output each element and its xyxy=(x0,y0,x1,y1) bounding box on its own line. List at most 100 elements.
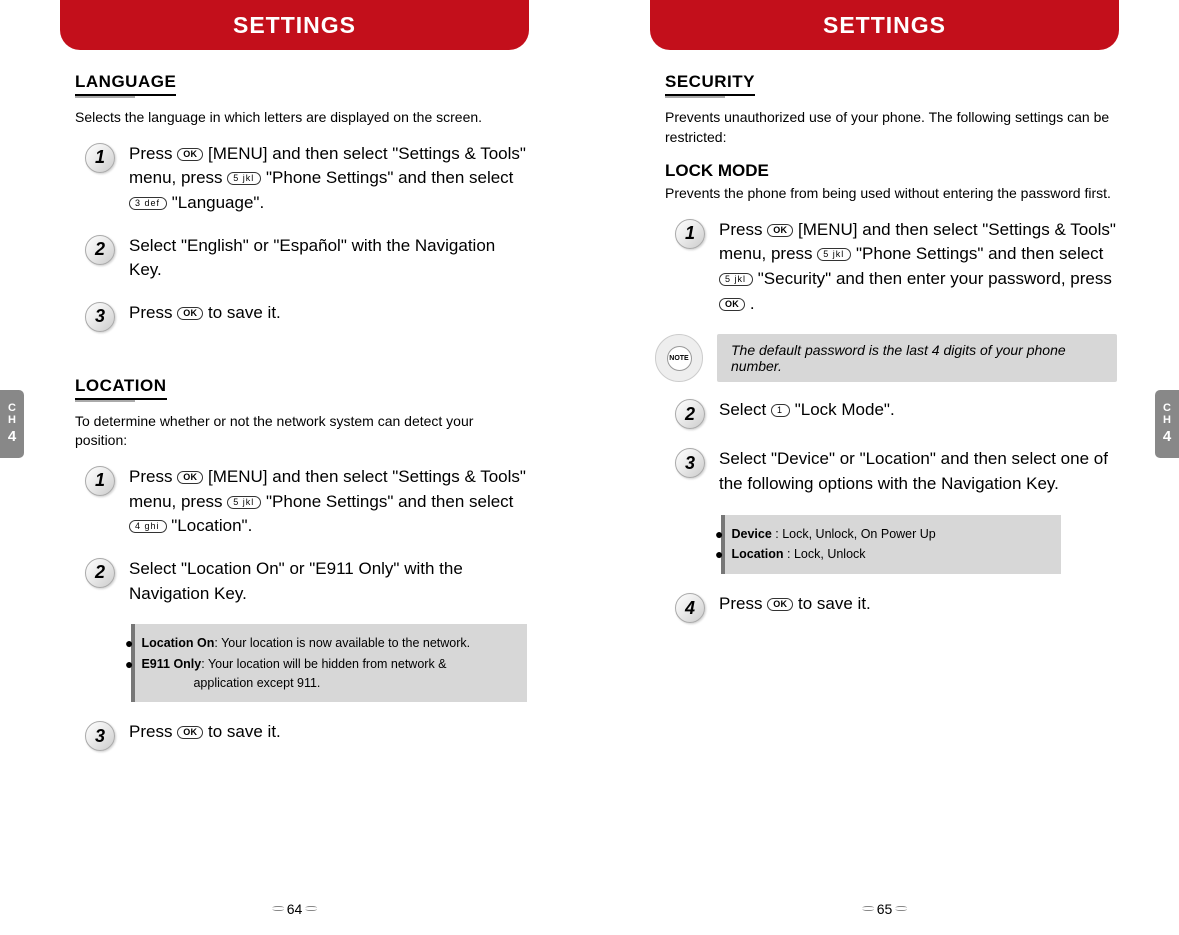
section-heading-language: LANGUAGE xyxy=(75,72,176,96)
section-desc: Prevents the phone from being used witho… xyxy=(665,184,1117,204)
page-num-decor xyxy=(895,906,907,911)
info-label: E911 Only xyxy=(141,657,201,671)
text: "Lock Mode". xyxy=(790,400,895,419)
content-area: SECURITY Prevents unauthorized use of yo… xyxy=(665,72,1117,641)
section-heading-wrap: LANGUAGE xyxy=(75,72,527,98)
text: to save it. xyxy=(203,303,280,322)
bullet-icon: ● xyxy=(125,634,133,653)
text: "Location". xyxy=(167,516,253,535)
info-text: : Lock, Unlock, On Power Up xyxy=(772,527,936,541)
section-heading-location: LOCATION xyxy=(75,376,167,400)
step-item: 1 Press OK [MENU] and then select "Setti… xyxy=(85,465,527,539)
section-desc: Prevents unauthorized use of your phone.… xyxy=(665,108,1117,147)
page-num-decor xyxy=(862,906,874,911)
step-item: 1 Press OK [MENU] and then select "Setti… xyxy=(675,218,1117,317)
content-area: LANGUAGE Selects the language in which l… xyxy=(75,72,527,769)
section-desc: To determine whether or not the network … xyxy=(75,412,527,451)
page-num-value: 65 xyxy=(877,901,893,917)
chapter-tab-num: 4 xyxy=(8,429,16,446)
text: Press xyxy=(719,594,767,613)
info-row: ● Location : Lock, Unlock xyxy=(739,545,1047,564)
subsection-heading-lock-mode: LOCK MODE xyxy=(665,161,1117,181)
bullet-icon: ● xyxy=(715,525,723,544)
text: Press xyxy=(129,303,177,322)
text: "Phone Settings" and then select xyxy=(261,168,513,187)
note-bar: NOTE The default password is the last 4 … xyxy=(655,334,1117,382)
num-3-key-icon: 3 def xyxy=(129,197,167,210)
num-5-key-icon: 5 jkl xyxy=(227,172,261,185)
num-5-key-icon: 5 jkl xyxy=(719,273,753,286)
step-text: Press OK to save it. xyxy=(129,301,527,326)
step-badge: 2 xyxy=(675,399,705,429)
heading-underline xyxy=(75,400,135,402)
heading-underline xyxy=(665,96,725,98)
page-left: SETTINGS CH 4 LANGUAGE Selects the langu… xyxy=(0,0,589,935)
page-header: SETTINGS xyxy=(650,0,1119,50)
section-heading-wrap: SECURITY xyxy=(665,72,1117,98)
info-text: : Your location will be hidden from netw… xyxy=(201,657,446,671)
step-text: Press OK [MENU] and then select "Setting… xyxy=(129,465,527,539)
step-badge: 4 xyxy=(675,593,705,623)
chapter-tab: CH 4 xyxy=(1155,390,1179,458)
section-heading-security: SECURITY xyxy=(665,72,755,96)
note-text: The default password is the last 4 digit… xyxy=(717,334,1117,382)
info-text: : Your location is now available to the … xyxy=(214,636,470,650)
step-item: 3 Press OK to save it. xyxy=(85,301,527,332)
step-badge: 3 xyxy=(85,721,115,751)
step-badge: 3 xyxy=(675,448,705,478)
step-item: 2 Select "English" or "Español" with the… xyxy=(85,234,527,283)
ok-key-icon: OK xyxy=(177,471,203,484)
heading-underline xyxy=(75,96,135,98)
section-heading-wrap: LOCATION xyxy=(75,376,527,402)
page-num-decor xyxy=(305,906,317,911)
step-text: Select "Location On" or "E911 Only" with… xyxy=(129,557,527,606)
page-num-value: 64 xyxy=(287,901,303,917)
page-number: 65 xyxy=(859,901,911,917)
step-item: 3 Select "Device" or "Location" and then… xyxy=(675,447,1117,496)
text: Press xyxy=(129,467,177,486)
step-item: 1 Press OK [MENU] and then select "Setti… xyxy=(85,142,527,216)
step-badge: 1 xyxy=(675,219,705,249)
info-box: ● Device : Lock, Unlock, On Power Up ● L… xyxy=(721,515,1061,575)
num-1-key-icon: 1 xyxy=(771,404,790,417)
note-icon: NOTE xyxy=(655,334,703,382)
text: Press xyxy=(719,220,767,239)
page-header: SETTINGS xyxy=(60,0,529,50)
num-5-key-icon: 5 jkl xyxy=(227,496,261,509)
step-text: Press OK to save it. xyxy=(129,720,527,745)
step-badge: 3 xyxy=(85,302,115,332)
step-item: 4 Press OK to save it. xyxy=(675,592,1117,623)
step-badge: 1 xyxy=(85,143,115,173)
chapter-tab-ch: CH xyxy=(1163,402,1171,426)
chapter-tab: CH 4 xyxy=(0,390,24,458)
step-text: Press OK [MENU] and then select "Setting… xyxy=(719,218,1117,317)
step-item: 3 Press OK to save it. xyxy=(85,720,527,751)
chapter-tab-ch: CH xyxy=(8,402,16,426)
step-text: Select "Device" or "Location" and then s… xyxy=(719,447,1117,496)
section-desc: Selects the language in which letters ar… xyxy=(75,108,527,128)
text: "Security" and then enter your password,… xyxy=(753,269,1112,288)
info-row: ● E911 Only: Your location will be hidde… xyxy=(149,655,513,693)
info-text: : Lock, Unlock xyxy=(784,547,866,561)
text: to save it. xyxy=(793,594,870,613)
info-row: ● Device : Lock, Unlock, On Power Up xyxy=(739,525,1047,544)
ok-key-icon: OK xyxy=(719,298,745,311)
num-5-key-icon: 5 jkl xyxy=(817,248,851,261)
ok-key-icon: OK xyxy=(177,307,203,320)
step-item: 2 Select "Location On" or "E911 Only" wi… xyxy=(85,557,527,606)
info-label: Device xyxy=(731,527,771,541)
bullet-icon: ● xyxy=(715,545,723,564)
info-label: Location xyxy=(731,547,783,561)
num-4-key-icon: 4 ghi xyxy=(129,520,167,533)
text: . xyxy=(745,294,754,313)
info-label: Location On xyxy=(141,636,214,650)
info-row: ● Location On: Your location is now avai… xyxy=(149,634,513,653)
text: Press xyxy=(129,722,177,741)
step-text: Press OK to save it. xyxy=(719,592,1117,617)
step-badge: 2 xyxy=(85,235,115,265)
step-text: Select 1 "Lock Mode". xyxy=(719,398,1117,423)
page-num-decor xyxy=(272,906,284,911)
text: to save it. xyxy=(203,722,280,741)
bullet-icon: ● xyxy=(125,655,133,693)
step-badge: 1 xyxy=(85,466,115,496)
